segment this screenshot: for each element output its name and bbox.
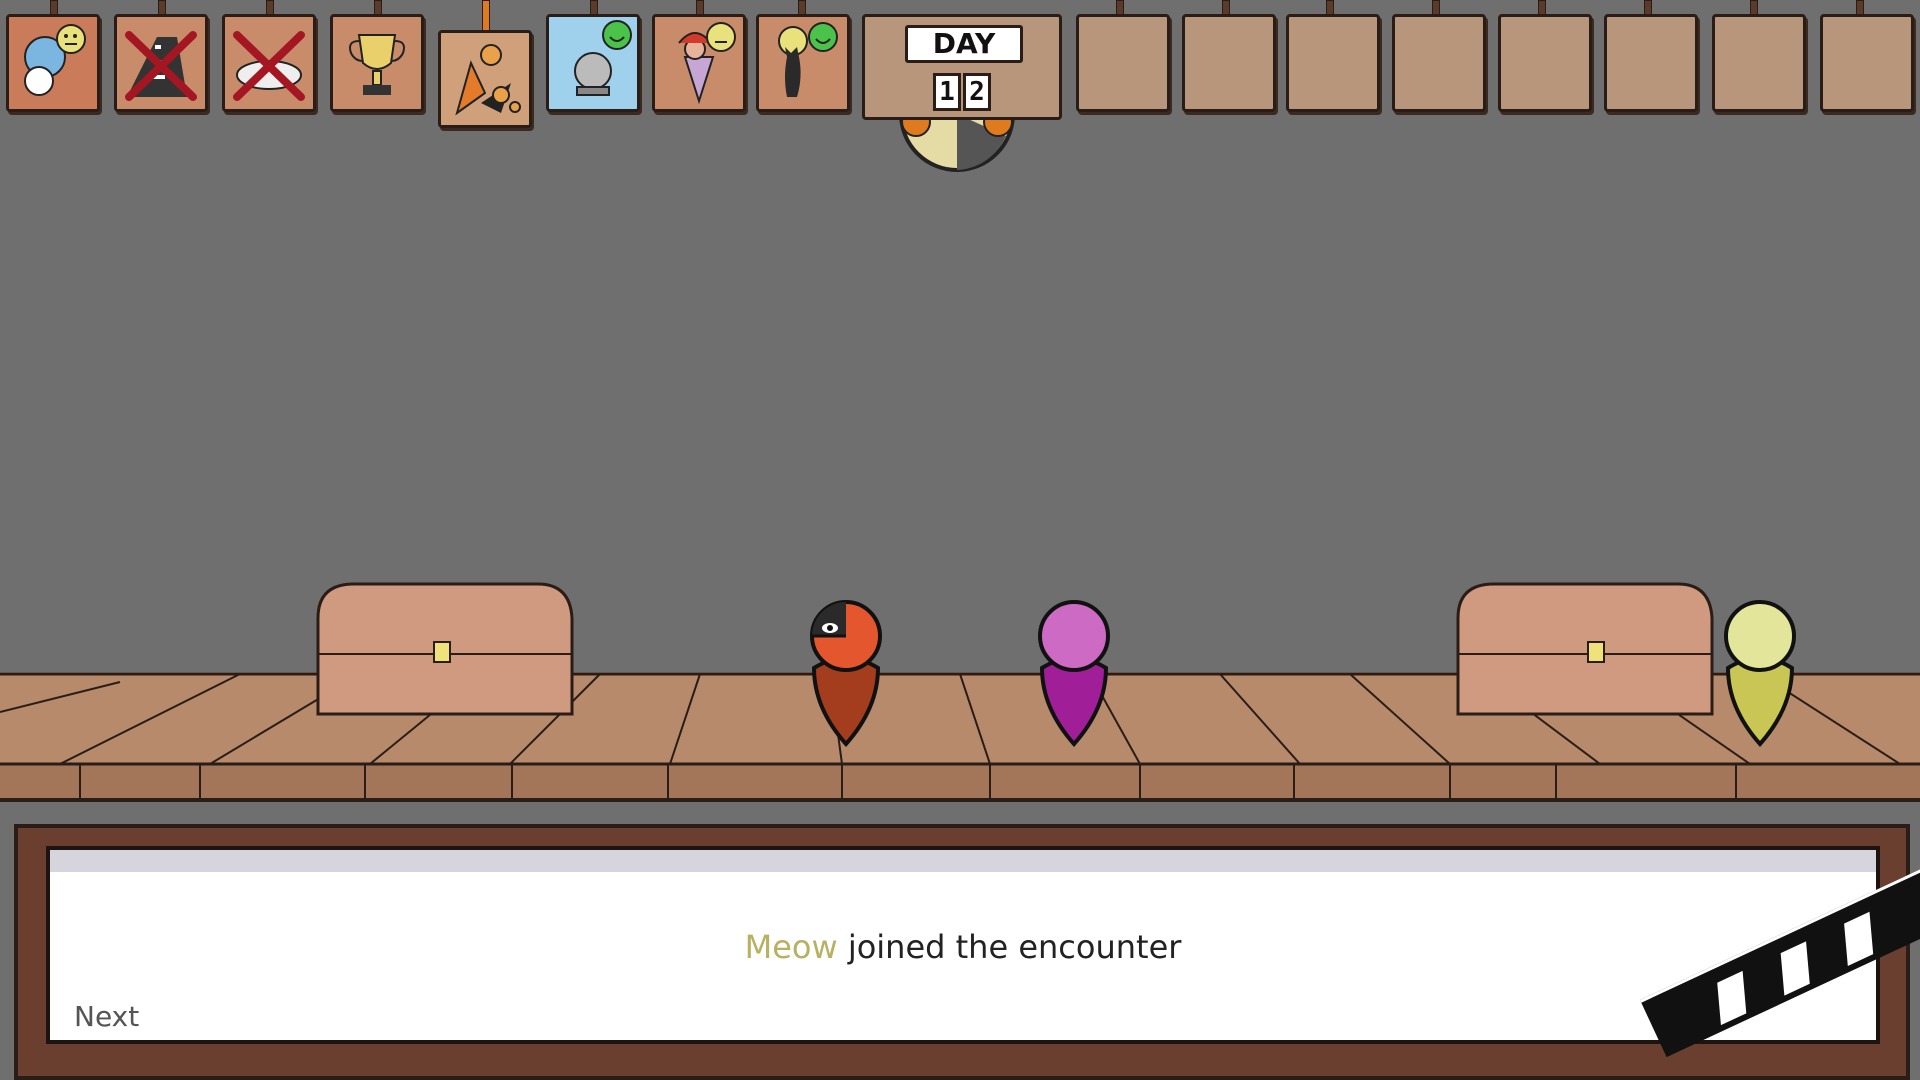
empty-card-slot	[1820, 14, 1914, 112]
empty-card-slot	[1604, 14, 1698, 112]
game-scene: DAY 1 2 Meow joined the encounter Next	[0, 0, 1920, 1080]
day-counter: DAY 1 2	[862, 14, 1062, 120]
empty-card-slot	[1076, 14, 1170, 112]
claw-strike-icon	[441, 33, 529, 125]
crystal-ball-icon	[549, 17, 637, 109]
witch-portrait-icon	[655, 17, 743, 109]
cat-portrait-icon	[759, 17, 847, 109]
trophy-icon	[333, 17, 421, 109]
day-digit: 2	[963, 73, 991, 111]
enemy-pawn-magenta[interactable]	[1032, 598, 1116, 748]
card-string	[482, 0, 490, 34]
trophy-card[interactable]	[330, 14, 424, 112]
card-crossed-plate[interactable]	[222, 14, 316, 112]
crossed-out-icon	[117, 17, 205, 109]
next-button[interactable]: Next	[74, 1000, 139, 1033]
ally-pawn-yellow[interactable]	[1718, 598, 1802, 748]
crystal-ball-card[interactable]	[546, 14, 640, 112]
day-digit: 1	[933, 73, 961, 111]
dialog-message: Meow joined the encounter	[50, 928, 1876, 966]
speaker-name: Meow	[744, 928, 838, 966]
empty-card-slot	[1712, 14, 1806, 112]
treasure-chest[interactable]	[1454, 578, 1716, 716]
active-encounter-card[interactable]	[438, 30, 532, 128]
crossed-out-icon	[225, 17, 313, 109]
dialog-topbar	[50, 850, 1876, 872]
empty-card-slot	[1498, 14, 1592, 112]
treasure-chest[interactable]	[314, 578, 576, 716]
day-label: DAY	[905, 25, 1023, 63]
empty-card-slot	[1392, 14, 1486, 112]
empty-card-slot	[1286, 14, 1380, 112]
dialog-box: Meow joined the encounter Next	[46, 846, 1880, 1044]
player-pawn-orange[interactable]	[804, 598, 888, 748]
empty-card-slot	[1182, 14, 1276, 112]
portrait-card-witch[interactable]	[652, 14, 746, 112]
message-text: joined the encounter	[837, 928, 1182, 966]
card-crossed-road[interactable]	[114, 14, 208, 112]
character-portrait-icon	[9, 17, 97, 109]
portrait-card-blue[interactable]	[6, 14, 100, 112]
portrait-card-cat[interactable]	[756, 14, 850, 112]
